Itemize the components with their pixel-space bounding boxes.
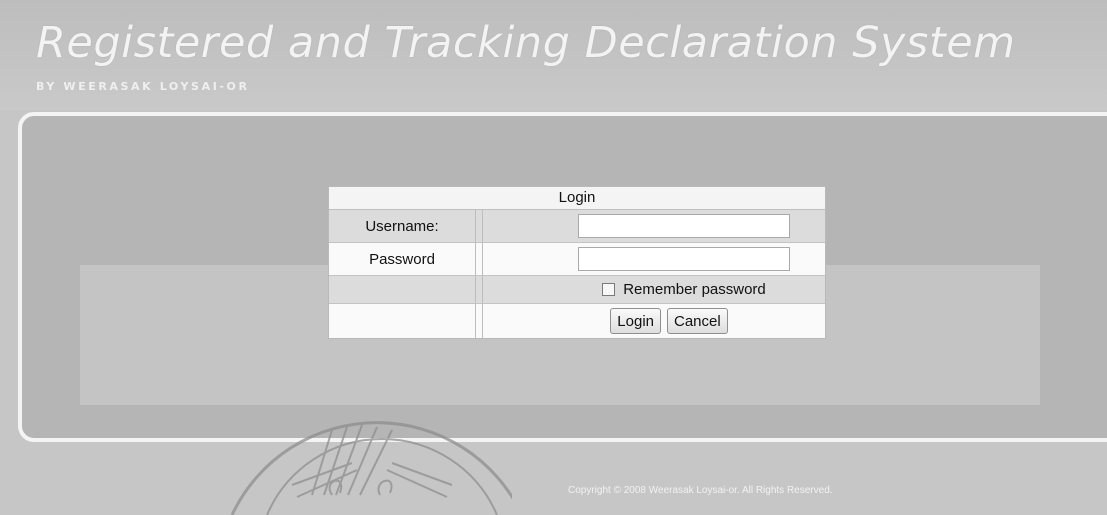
password-spacer (476, 243, 483, 275)
button-group: Login Cancel (610, 308, 728, 334)
buttons-label-cell (329, 304, 476, 338)
remember-password-option[interactable]: Remember password (602, 281, 766, 298)
password-row: Password (329, 243, 825, 276)
username-input[interactable] (578, 214, 790, 238)
cancel-button[interactable]: Cancel (667, 308, 728, 334)
username-label: Username: (329, 210, 476, 242)
password-cell (483, 243, 825, 275)
login-title: Login (329, 187, 825, 210)
remember-cell: Remember password (483, 276, 825, 303)
remember-spacer (476, 276, 483, 303)
username-spacer (476, 210, 483, 242)
remember-label-cell (329, 276, 476, 303)
username-cell (483, 210, 825, 242)
university-emblem-watermark (230, 421, 512, 515)
login-form: Login Username: Password Remember passwo… (328, 186, 826, 339)
buttons-cell: Login Cancel (483, 304, 825, 338)
app-subtitle: BY WEERASAK LOYSAI-OR (36, 80, 250, 93)
buttons-spacer (476, 304, 483, 338)
remember-password-label: Remember password (623, 281, 766, 298)
login-button[interactable]: Login (610, 308, 661, 334)
remember-row: Remember password (329, 276, 825, 304)
username-row: Username: (329, 210, 825, 243)
password-input[interactable] (578, 247, 790, 271)
app-title: Registered and Tracking Declaration Syst… (36, 18, 1016, 68)
copyright-text: Copyright © 2008 Weerasak Loysai-or. All… (568, 485, 833, 496)
buttons-row: Login Cancel (329, 304, 825, 338)
password-label: Password (329, 243, 476, 275)
remember-password-checkbox[interactable] (602, 283, 616, 296)
page-header: Registered and Tracking Declaration Syst… (0, 0, 1107, 110)
